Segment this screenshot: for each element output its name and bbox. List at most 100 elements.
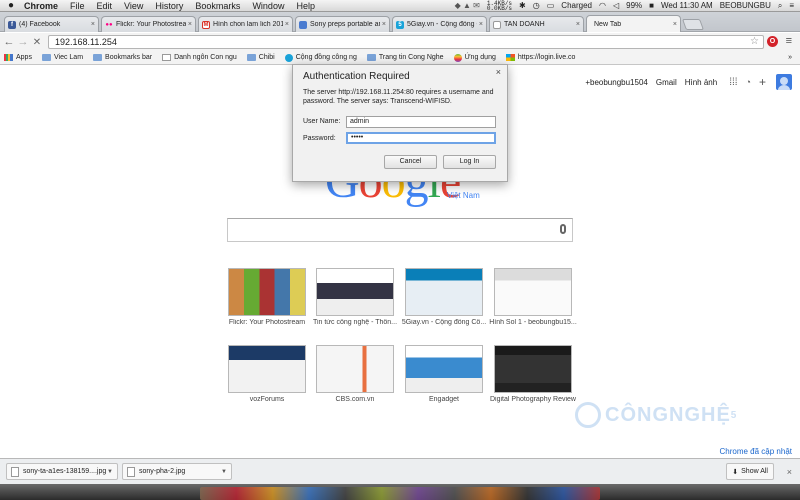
apple-menu-icon[interactable]: ●	[0, 0, 22, 11]
password-field[interactable]: •••••	[346, 132, 496, 144]
new-tab-button[interactable]	[681, 19, 705, 30]
auth-dialog: Authentication Required × The server htt…	[292, 64, 508, 182]
dialog-message: The server http://192.168.11.254:80 requ…	[303, 89, 494, 105]
address-bar[interactable]: 192.168.11.254 ☆	[48, 35, 764, 49]
thumbnail-engadget[interactable]	[405, 345, 483, 393]
microphone-icon[interactable]	[560, 224, 566, 234]
bookmark-bookmarks-bar[interactable]: Bookmarks bar	[93, 54, 152, 61]
menu-bar: ● Chrome File Edit View History Bookmark…	[0, 0, 800, 12]
chrome-updated-link[interactable]: Chrome đã cập nhật	[720, 447, 793, 456]
thumbnail-gmail[interactable]	[494, 268, 572, 316]
user-name[interactable]: BEOBUNGBU	[720, 1, 771, 10]
menu-help[interactable]: Help	[290, 0, 321, 12]
close-icon[interactable]: ×	[479, 21, 483, 28]
search-input[interactable]	[227, 218, 573, 242]
close-icon[interactable]: ×	[673, 21, 677, 28]
dialog-title: Authentication Required	[303, 71, 410, 82]
stop-icon[interactable]: ✕	[30, 37, 44, 48]
thumbnail-5giay[interactable]	[405, 268, 483, 316]
tab-title: 5Giay.vn - Cộng đồng C	[407, 21, 477, 28]
thumbnail-label[interactable]: Digital Photography Review	[478, 396, 588, 403]
bookmark-danh-ngon[interactable]: Danh ngôn Con ngu	[162, 54, 237, 61]
wifi-icon[interactable]: ◠	[599, 1, 606, 10]
spotlight-icon[interactable]: ⌕	[778, 1, 782, 11]
file-icon	[127, 466, 135, 477]
bookmarks-overflow[interactable]: »	[788, 51, 792, 65]
forward-icon[interactable]: →	[16, 36, 30, 48]
thumbnail-vozforums[interactable]	[228, 345, 306, 393]
battery-status[interactable]: Charged	[561, 1, 592, 10]
battery-percent[interactable]: 99%	[626, 1, 642, 10]
close-icon[interactable]: ×	[496, 67, 501, 77]
bookmarks-bar: Apps Viec Lam Bookmarks bar Danh ngôn Co…	[0, 51, 800, 65]
close-icon[interactable]: ×	[285, 21, 289, 28]
chevron-down-icon[interactable]: ▼	[221, 469, 227, 475]
tab-gmail[interactable]: M Hình chon lam lich 2014 ×	[198, 16, 293, 32]
avatar[interactable]	[776, 74, 792, 90]
close-icon[interactable]: ×	[91, 21, 95, 28]
windows-icon	[505, 54, 515, 61]
menu-view[interactable]: View	[118, 0, 149, 12]
back-icon[interactable]: ←	[2, 36, 16, 48]
tab-tandoanh[interactable]: TAN DOANH ×	[489, 16, 584, 32]
tab-flickr[interactable]: ●● Flickr: Your Photostream ×	[101, 16, 196, 32]
close-icon[interactable]: ×	[188, 21, 192, 28]
thumbnail-tin-tuc[interactable]	[316, 268, 394, 316]
timemachine-icon[interactable]: ◷	[533, 1, 540, 10]
share-plus-icon[interactable]: +	[759, 75, 766, 89]
tab-title: Flickr: Your Photostream	[116, 21, 186, 28]
menu-edit[interactable]: Edit	[91, 0, 119, 12]
clock[interactable]: Wed 11:30 AM	[661, 1, 713, 10]
page-icon	[162, 54, 172, 61]
gmail-link[interactable]: Gmail	[656, 78, 677, 87]
flickr-icon: ●●	[105, 21, 113, 28]
thumbnail-dpreview[interactable]	[494, 345, 572, 393]
flag-icon[interactable]: ■	[649, 1, 654, 10]
login-button[interactable]: Log In	[443, 155, 496, 169]
thumbnail-label[interactable]: Hình Sol 1 - beobungbu15...	[478, 319, 588, 326]
download-item[interactable]: sony-ta-a1es-138159....jpg ▼	[6, 463, 118, 480]
menu-file[interactable]: File	[64, 0, 91, 12]
tab-new-tab[interactable]: New Tab ×	[586, 15, 681, 32]
thumbnail-flickr[interactable]	[228, 268, 306, 316]
tab-title: Hình chon lam lich 2014	[213, 21, 283, 28]
username-field[interactable]: admin	[346, 116, 496, 128]
bookmark-apps[interactable]: Apps	[4, 54, 32, 61]
images-link[interactable]: Hình ảnh	[685, 78, 717, 87]
bookmark-cong-dong[interactable]: Cộng đồng công ng	[284, 53, 357, 62]
notifications-bell-icon[interactable]: ◔	[746, 77, 751, 87]
apps-grid-icon[interactable]: ⁞⁞⁞	[729, 77, 737, 88]
file-icon	[11, 466, 19, 477]
thumbnail-cbs[interactable]	[316, 345, 394, 393]
notification-icon[interactable]: ≡	[789, 1, 794, 10]
close-icon[interactable]: ×	[382, 21, 386, 28]
menu-history[interactable]: History	[149, 0, 189, 12]
cancel-button[interactable]: Cancel	[384, 155, 437, 169]
show-all-button[interactable]: ⬇ Show All	[726, 463, 774, 480]
bluetooth-icon[interactable]: ✱	[519, 1, 526, 10]
battery-icon[interactable]: ▭	[547, 1, 555, 10]
opera-extension-icon[interactable]: O	[767, 36, 778, 47]
menu-icon[interactable]: ≡	[786, 35, 792, 47]
download-item[interactable]: sony-pha-2.jpg ▼	[122, 463, 232, 480]
close-icon[interactable]: ×	[787, 467, 792, 477]
tab-facebook[interactable]: f (4) Facebook ×	[4, 16, 99, 32]
chevron-down-icon[interactable]: ▼	[107, 469, 113, 475]
menu-window[interactable]: Window	[246, 0, 290, 12]
apps-icon	[4, 54, 13, 61]
menu-app-name[interactable]: Chrome	[22, 0, 64, 12]
menu-bookmarks[interactable]: Bookmarks	[189, 0, 246, 12]
tab-5giay[interactable]: 5 5Giay.vn - Cộng đồng C ×	[392, 16, 487, 32]
bookmark-star-icon[interactable]: ☆	[750, 36, 759, 48]
tab-sony[interactable]: Sony preps portable and ×	[295, 16, 390, 32]
google-plus-user-link[interactable]: +beobungbu1504	[585, 78, 648, 87]
bookmark-login-live[interactable]: https://login.live.co	[505, 54, 575, 61]
volume-icon[interactable]: ◁	[613, 1, 619, 10]
bookmark-chibi[interactable]: Chibi	[246, 54, 275, 61]
close-icon[interactable]: ×	[576, 21, 580, 28]
bookmark-ung-dung[interactable]: Ứng dụng	[453, 53, 496, 62]
dock-icons[interactable]	[200, 487, 600, 500]
page-icon	[299, 20, 307, 29]
bookmark-viec-lam[interactable]: Viec Lam	[41, 54, 83, 61]
bookmark-trang-tin[interactable]: Trang tin Cong Nghe	[366, 54, 444, 61]
